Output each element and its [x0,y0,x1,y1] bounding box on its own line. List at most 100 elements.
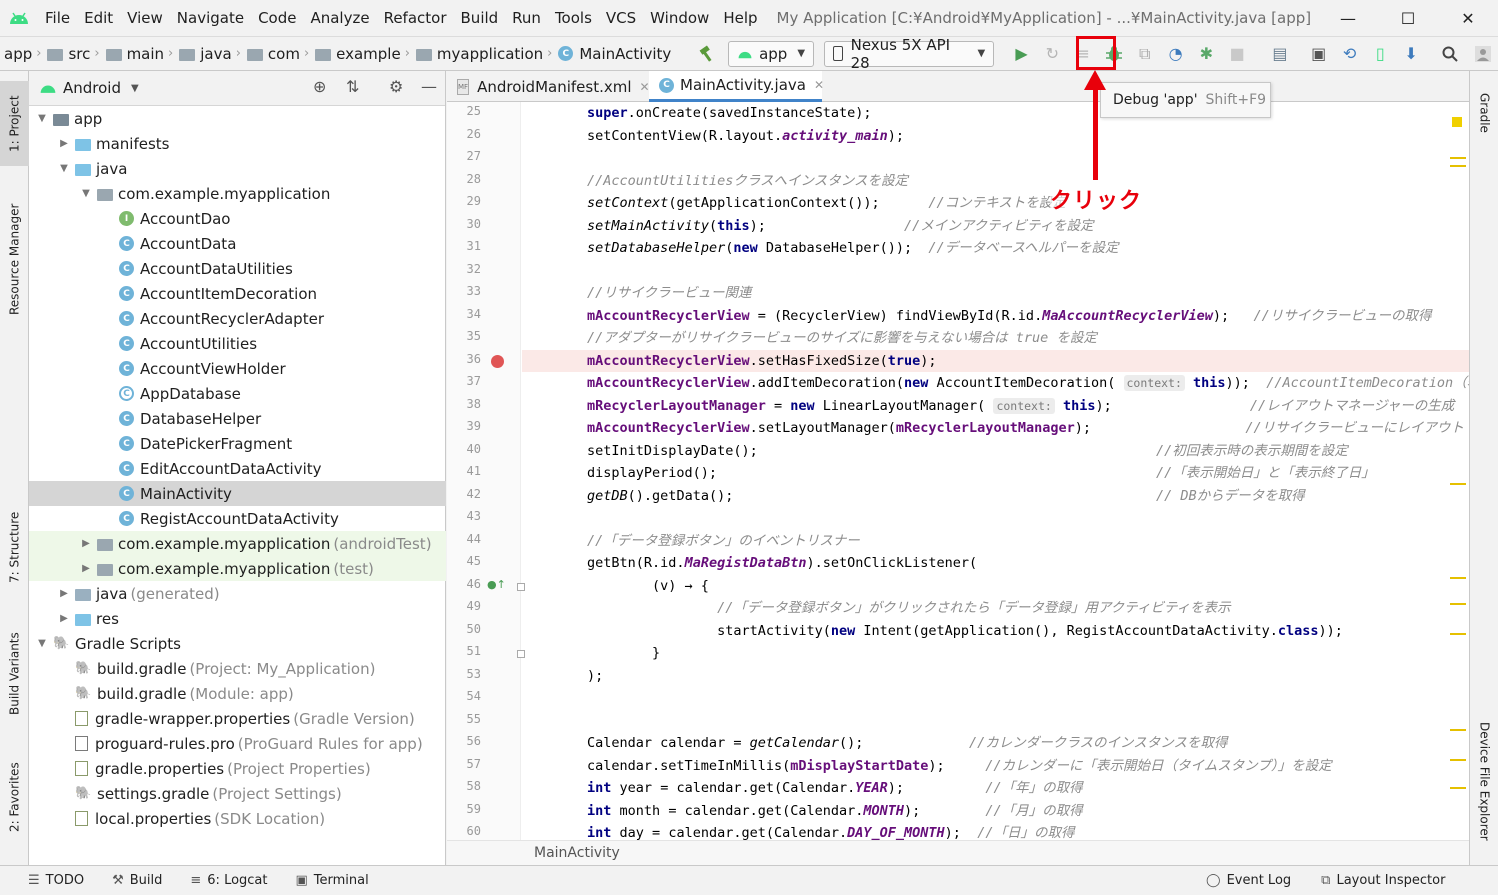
tree-item[interactable]: local.properties (SDK Location) [29,806,446,831]
menu-edit[interactable]: Edit [77,0,120,36]
close-icon[interactable]: ✕ [1438,0,1498,36]
chevron-right-icon[interactable]: ▶ [79,538,93,549]
attach-debugger-icon[interactable]: ⧉ [1131,40,1158,68]
search-icon[interactable] [1437,40,1464,68]
apply-changes-icon[interactable]: ↻ [1039,40,1066,68]
locate-target-icon[interactable]: ⊕ [313,77,326,96]
code-line[interactable]: mAccountRecyclerView = (RecyclerView) fi… [522,305,1469,327]
menu-code[interactable]: Code [251,0,303,36]
tree-item[interactable]: C MainActivity [29,481,446,506]
code-line[interactable]: setContentView(R.layout.activity_main); [522,125,1469,147]
code-line[interactable]: getDB().getData(); // DBからデータを取得 [522,485,1469,507]
minimize-icon[interactable]: — [1318,0,1378,36]
code-line[interactable]: setDatabaseHelper(new DatabaseHelper());… [522,237,1469,259]
error-stripe-mark[interactable] [1450,483,1466,485]
menu-analyze[interactable]: Analyze [303,0,376,36]
code-line[interactable]: Calendar calendar = getCalendar(); //カレン… [522,732,1469,754]
error-stripe-mark[interactable] [1450,577,1466,579]
code-area[interactable]: super.onCreate(savedInstanceState); setC… [522,102,1469,840]
breadcrumb-com[interactable]: com › [246,45,315,63]
tree-item[interactable]: ▶ res [29,606,446,631]
code-line[interactable] [522,147,1469,169]
run-play-icon[interactable]: ▶ [1008,40,1035,68]
code-line[interactable]: //アダプターがリサイクラービューのサイズに影響を与えない場合は true を設… [522,327,1469,349]
code-line[interactable]: int day = calendar.get(Calendar.DAY_OF_M… [522,822,1469,840]
chevron-down-icon[interactable]: ▼ [35,113,49,124]
tree-item[interactable]: ▼ app [29,106,446,131]
tree-item[interactable]: 🐘 build.gradle (Project: My_Application) [29,656,446,681]
code-line[interactable]: setContext(getApplicationContext()); //コ… [522,192,1469,214]
menu-tools[interactable]: Tools [548,0,599,36]
code-line[interactable] [522,687,1469,709]
code-line[interactable] [522,507,1469,529]
hide-panel-icon[interactable]: — [421,77,437,96]
tree-item[interactable]: C AccountViewHolder [29,356,446,381]
resource-manager-tab[interactable]: Resource Manager [0,189,29,329]
chevron-right-icon[interactable]: ▶ [79,563,93,574]
chevron-down-icon[interactable]: ▼ [79,188,93,199]
tab-main-activity[interactable]: C MainActivity.java ✕ [649,71,824,102]
tab-android-manifest[interactable]: MF AndroidManifest.xml ✕ [447,71,650,102]
maximize-icon[interactable]: ☐ [1378,0,1438,36]
chevron-down-icon[interactable]: ▼ [57,163,71,174]
error-stripe-mark[interactable] [1450,603,1466,605]
code-line[interactable]: int year = calendar.get(Calendar.YEAR); … [522,777,1469,799]
breadcrumb-main[interactable]: main › [105,45,180,63]
sync-gradle-icon[interactable]: ⟲ [1336,40,1363,68]
code-line[interactable]: //「データ登録ボタン」がクリックされたら「データ登録」用アクティビティを表示 [522,597,1469,619]
chevron-down-icon[interactable]: ▼ [131,83,139,94]
status-todo[interactable]: ☰ TODO [28,873,84,888]
tree-item[interactable]: gradle.properties (Project Properties) [29,756,446,781]
code-line[interactable]: mAccountRecyclerView.setLayoutManager(mR… [522,417,1469,439]
menu-vcs[interactable]: VCS [599,0,643,36]
chevron-right-icon[interactable]: ▶ [57,613,71,624]
breadcrumb-example[interactable]: example › [315,45,416,63]
profile-icon[interactable]: ◔ [1162,40,1189,68]
menu-refactor[interactable]: Refactor [377,0,454,36]
code-line[interactable]: int month = calendar.get(Calendar.MONTH)… [522,800,1469,822]
chevron-down-icon[interactable]: ▼ [35,638,49,649]
menu-help[interactable]: Help [716,0,764,36]
code-line[interactable]: setInitDisplayDate(); //初回表示時の表示期間を設定 [522,440,1469,462]
tree-item[interactable]: C AppDatabase [29,381,446,406]
make-project-hammer-icon[interactable] [693,40,720,68]
error-stripe-mark[interactable] [1450,759,1466,761]
breadcrumb-app[interactable]: app › [4,45,47,63]
menu-view[interactable]: View [120,0,170,36]
sdk-manager-icon[interactable]: ⬇ [1398,40,1425,68]
code-line[interactable]: mRecyclerLayoutManager = new LinearLayou… [522,395,1469,417]
error-stripe-mark[interactable] [1450,157,1466,159]
run-config-select[interactable]: app ▼ [728,40,815,67]
device-file-explorer-tab[interactable]: Device File Explorer [1470,711,1498,851]
structure-tab[interactable]: 7: Structure [0,511,29,583]
tree-item[interactable]: C DatabaseHelper [29,406,446,431]
stop-icon[interactable]: ■ [1224,40,1251,68]
inspection-status-icon[interactable] [1452,117,1462,127]
gear-icon[interactable]: ⚙ [389,77,403,96]
menu-build[interactable]: Build [454,0,506,36]
status-terminal[interactable]: ▣ Terminal [296,873,369,888]
code-line[interactable] [522,710,1469,732]
gradle-tab[interactable]: Gradle [1470,83,1498,143]
tree-item[interactable]: C AccountItemDecoration [29,281,446,306]
tree-item[interactable]: C AccountUtilities [29,331,446,356]
project-tool-tab[interactable]: 1: Project [0,81,29,166]
breadcrumb-src[interactable]: src › [47,45,105,63]
code-line[interactable]: mAccountRecyclerView.setHasFixedSize(tru… [522,349,1469,372]
code-line[interactable]: displayPeriod(); //「表示開始日」と「表示終了日」 [522,462,1469,484]
status-event-log[interactable]: ◯ Event Log [1206,873,1291,888]
sync-project-icon[interactable]: ▣ [1305,40,1332,68]
error-stripe-mark[interactable] [1450,729,1466,731]
tree-item[interactable]: I AccountDao [29,206,446,231]
tree-item[interactable]: C EditAccountDataActivity [29,456,446,481]
line-number-gutter[interactable]: 25 26 27 28 29 30 31 32 33 34 35 36 37 38 39 40 41 42 43 44… [447,102,525,840]
status-build[interactable]: ⚒ Build [112,873,162,888]
tree-item[interactable]: C AccountData [29,231,446,256]
build-variants-tab[interactable]: Build Variants [0,629,29,719]
code-line[interactable]: calendar.setTimeInMillis(mDisplayStartDa… [522,755,1469,777]
code-line[interactable]: startActivity(new Intent(getApplication(… [522,620,1469,642]
tree-item[interactable]: ▼ 🐘 Gradle Scripts [29,631,446,656]
menu-navigate[interactable]: Navigate [170,0,251,36]
tree-item[interactable]: 🐘 build.gradle (Module: app) [29,681,446,706]
status-6-logcat[interactable]: ≡ 6: Logcat [190,873,267,888]
